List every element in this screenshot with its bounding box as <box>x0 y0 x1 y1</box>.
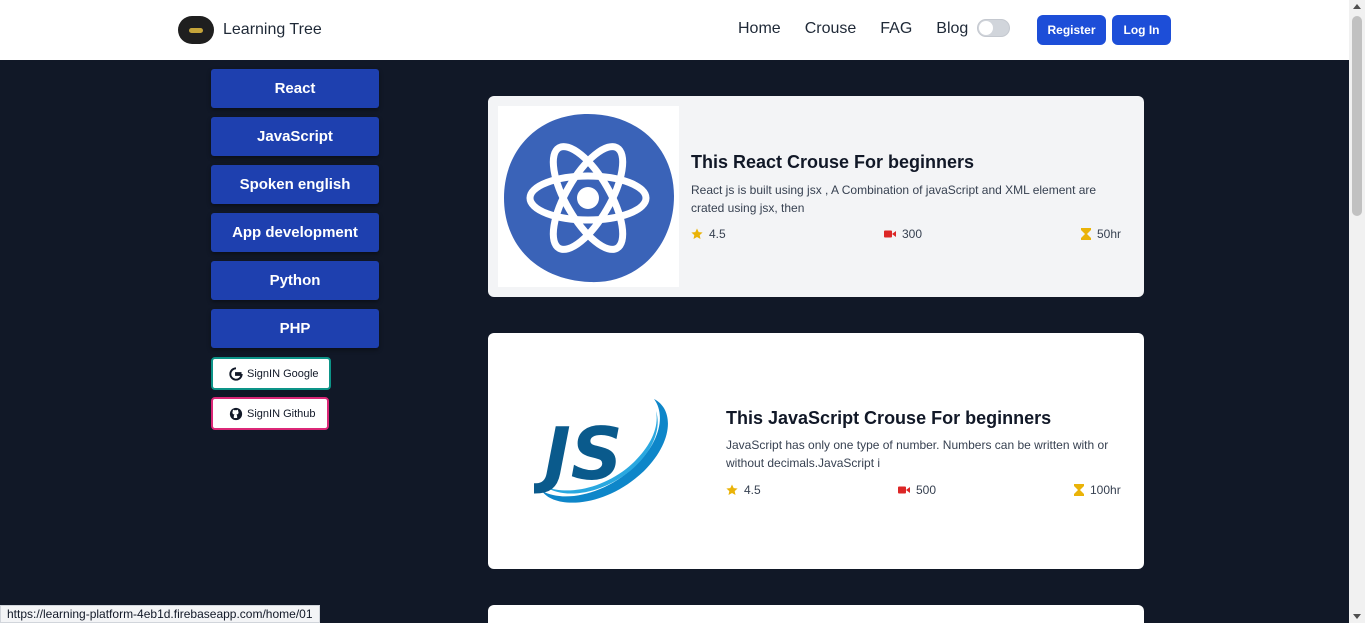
course-description: JavaScript has only one type of number. … <box>726 438 1109 470</box>
scroll-down-arrow-icon[interactable] <box>1353 614 1361 619</box>
course-videos: 500 <box>898 483 936 497</box>
course-duration-value: 100hr <box>1090 483 1121 497</box>
login-button[interactable]: Log In <box>1112 15 1171 45</box>
brand-logo-icon <box>178 16 214 44</box>
register-button[interactable]: Register <box>1037 15 1106 45</box>
theme-toggle-knob <box>979 21 993 35</box>
course-card-next[interactable] <box>488 605 1144 623</box>
star-icon <box>726 484 738 495</box>
javascript-icon: JS <box>532 399 668 503</box>
course-rating-value: 4.5 <box>709 227 726 241</box>
react-icon <box>504 114 674 283</box>
hourglass-icon <box>1074 484 1084 496</box>
nav-links: Home Crouse FAG Blog <box>738 20 992 38</box>
category-button-app-development[interactable]: App development <box>211 213 379 252</box>
course-title[interactable]: This JavaScript Crouse For beginners <box>726 408 1051 429</box>
signin-github-label: SignIN Github <box>247 407 316 420</box>
category-button-react[interactable]: React <box>211 69 379 108</box>
video-camera-icon <box>898 486 910 494</box>
course-videos-value: 300 <box>902 227 923 241</box>
course-rating: 4.5 <box>691 227 726 241</box>
category-button-python[interactable]: Python <box>211 261 379 300</box>
signin-google-button[interactable]: SignIN Google <box>211 357 331 390</box>
scroll-thumb[interactable] <box>1352 16 1362 216</box>
nav-link-blog[interactable]: Blog <box>936 20 968 38</box>
course-duration-value: 50hr <box>1097 227 1122 241</box>
nav-link-home[interactable]: Home <box>738 20 781 38</box>
category-button-php[interactable]: PHP <box>211 309 379 348</box>
course-videos-value: 500 <box>916 483 937 497</box>
google-icon <box>229 366 243 381</box>
react-logo-image <box>498 106 679 287</box>
category-button-spoken-english[interactable]: Spoken english <box>211 165 379 204</box>
category-sidebar: React JavaScript Spoken english App deve… <box>211 69 379 430</box>
course-videos: 300 <box>884 227 922 241</box>
course-rating-value: 4.5 <box>744 483 761 497</box>
scroll-up-arrow-icon[interactable] <box>1353 4 1361 9</box>
star-icon <box>691 228 703 239</box>
javascript-logo-image: JS <box>532 391 674 511</box>
video-camera-icon <box>884 230 896 238</box>
status-bar-url: https://learning-platform-4eb1d.firebase… <box>0 605 320 623</box>
course-duration: 50hr <box>1081 227 1121 241</box>
category-button-javascript[interactable]: JavaScript <box>211 117 379 156</box>
theme-toggle[interactable] <box>977 19 1010 37</box>
signin-google-label: SignIN Google <box>247 367 319 380</box>
brand[interactable]: Learning Tree <box>178 16 322 44</box>
hourglass-icon <box>1081 228 1091 240</box>
svg-text:JS: JS <box>534 412 623 496</box>
github-icon <box>229 407 243 420</box>
nav-link-course[interactable]: Crouse <box>805 20 857 38</box>
signin-github-button[interactable]: SignIN Github <box>211 397 329 430</box>
brand-name: Learning Tree <box>223 21 322 38</box>
nav-link-faq[interactable]: FAG <box>880 20 912 38</box>
course-card-javascript[interactable]: JS This JavaScript Crouse For beginners … <box>488 333 1144 569</box>
course-duration: 100hr <box>1074 483 1121 497</box>
page-scrollbar[interactable] <box>1349 0 1365 623</box>
top-navbar: Learning Tree Home Crouse FAG Blog Regis… <box>0 0 1349 60</box>
course-card-react[interactable]: This React Crouse For beginners React js… <box>488 96 1144 297</box>
course-title[interactable]: This React Crouse For beginners <box>691 152 974 173</box>
course-description: React js is built using jsx , A Combinat… <box>691 183 1097 215</box>
course-rating: 4.5 <box>726 483 761 497</box>
